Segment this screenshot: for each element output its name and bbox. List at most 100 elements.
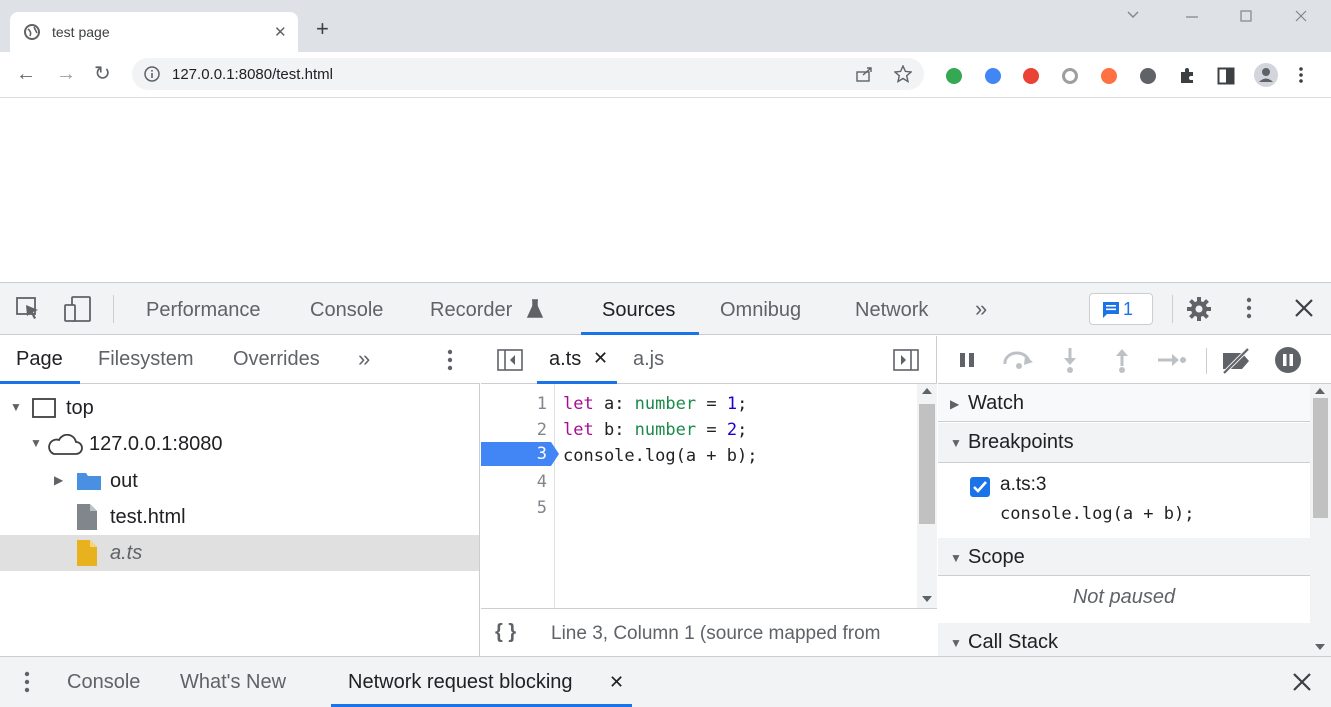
editor-tab-a-ts[interactable]: a.ts <box>549 348 581 371</box>
expanded-triangle-icon[interactable]: ▼ <box>10 400 22 414</box>
toolbar-divider <box>113 295 114 323</box>
chevron-down-icon[interactable] <box>1125 6 1141 22</box>
inspect-element-icon[interactable] <box>16 297 42 321</box>
code-line-3[interactable]: console.log(a + b); <box>563 446 757 466</box>
profile-avatar[interactable] <box>1254 63 1278 87</box>
more-navigator-tabs-button[interactable]: » <box>358 346 370 372</box>
watch-pane-header[interactable]: ▶ Watch <box>938 384 1310 422</box>
close-drawer-icon[interactable] <box>1292 672 1312 692</box>
reload-button[interactable]: ↻ <box>94 64 111 84</box>
chrome-menu-icon[interactable] <box>1298 66 1304 84</box>
extensions-puzzle-icon[interactable] <box>1178 67 1196 85</box>
tab-omnibug[interactable]: Omnibug <box>720 299 801 322</box>
code-line-1[interactable]: let a: number = 1; <box>563 394 747 414</box>
address-bar[interactable]: 127.0.0.1:8080/test.html <box>132 58 924 90</box>
toggle-debugger-icon[interactable] <box>893 349 919 371</box>
pause-icon[interactable] <box>958 352 976 368</box>
drawer-tab-network-request-blocking[interactable]: Network request blocking <box>348 671 573 694</box>
code-line-2[interactable]: let b: number = 2; <box>563 420 747 440</box>
tab-console[interactable]: Console <box>310 299 383 322</box>
scroll-up-arrow-icon[interactable] <box>1315 388 1325 394</box>
tab-recorder[interactable]: Recorder <box>430 299 512 322</box>
collapsed-triangle-icon[interactable]: ▶ <box>54 473 63 487</box>
pretty-print-button[interactable]: { } <box>495 621 516 644</box>
call-stack-pane-header[interactable]: ▼ Call Stack <box>938 623 1310 656</box>
scroll-down-arrow-icon[interactable] <box>922 596 932 602</box>
side-panel-icon[interactable] <box>1217 67 1235 85</box>
tab-filesystem[interactable]: Filesystem <box>98 348 194 371</box>
tree-item-label: test.html <box>110 506 186 528</box>
tree-item-test-html[interactable]: test.html <box>0 499 479 535</box>
line-number[interactable]: 2 <box>481 420 547 440</box>
tab-close-icon[interactable]: ✕ <box>274 23 287 41</box>
tab-network[interactable]: Network <box>855 299 928 322</box>
extension-icon-4[interactable] <box>1062 68 1078 84</box>
drawer-tab-whats-new[interactable]: What's New <box>180 671 286 694</box>
collapsed-triangle-icon[interactable]: ▶ <box>950 397 959 411</box>
gear-icon[interactable] <box>1186 296 1212 322</box>
line-number[interactable]: 5 <box>481 498 547 518</box>
drawer-tab-console[interactable]: Console <box>67 671 140 694</box>
extension-icon-6[interactable] <box>1140 68 1156 84</box>
expanded-triangle-icon[interactable]: ▼ <box>950 636 962 650</box>
scroll-up-arrow-icon[interactable] <box>922 388 932 394</box>
scroll-down-arrow-icon[interactable] <box>1315 644 1325 650</box>
tree-item-a-ts[interactable]: a.ts <box>0 535 479 571</box>
maximize-button[interactable] <box>1238 8 1254 24</box>
browser-tab[interactable]: test page ✕ <box>10 12 298 52</box>
scope-pane-header[interactable]: ▼ Scope <box>938 538 1310 576</box>
drawer-menu-icon[interactable] <box>24 671 30 693</box>
editor-scrollbar[interactable] <box>917 384 937 608</box>
extension-icon-1[interactable] <box>946 68 962 84</box>
issues-counter-button[interactable]: 1 <box>1089 293 1153 325</box>
breakpoints-pane-header[interactable]: ▼ Breakpoints <box>938 423 1310 463</box>
device-toolbar-icon[interactable] <box>64 296 92 322</box>
editor-tab-a-js[interactable]: a.js <box>633 348 664 371</box>
tree-item-origin[interactable]: ▼ 127.0.0.1:8080 <box>0 426 479 462</box>
extension-icon-5[interactable] <box>1101 68 1117 84</box>
extension-icon-2[interactable] <box>985 68 1001 84</box>
tree-item-out[interactable]: ▶ out <box>0 463 479 499</box>
tree-item-top[interactable]: ▼ top <box>0 390 479 426</box>
share-icon[interactable] <box>856 66 874 82</box>
navigator-menu-icon[interactable] <box>447 349 453 371</box>
tab-page[interactable]: Page <box>16 348 63 371</box>
back-button[interactable]: ← <box>16 64 36 84</box>
expanded-triangle-icon[interactable]: ▼ <box>950 436 962 450</box>
site-info-icon[interactable] <box>144 66 160 82</box>
forward-button[interactable]: → <box>56 64 76 84</box>
new-tab-button[interactable]: + <box>316 18 329 40</box>
expanded-triangle-icon[interactable]: ▼ <box>30 436 42 450</box>
tab-sources[interactable]: Sources <box>602 299 675 322</box>
pause-on-exceptions-icon[interactable] <box>1274 346 1302 374</box>
bookmark-star-icon[interactable] <box>894 65 912 83</box>
minimize-button[interactable] <box>1184 8 1200 24</box>
drawer-tab-close-icon[interactable]: ✕ <box>609 672 624 693</box>
line-number[interactable]: 1 <box>481 394 547 414</box>
close-devtools-icon[interactable] <box>1294 298 1314 318</box>
editor-tab-close-icon[interactable]: ✕ <box>593 348 608 369</box>
breakpoint-line-number: 3 <box>536 444 547 464</box>
more-tabs-button[interactable]: » <box>975 296 987 322</box>
customize-menu-icon[interactable] <box>1246 297 1252 319</box>
step-out-icon[interactable] <box>1114 348 1130 374</box>
expanded-triangle-icon[interactable]: ▼ <box>950 551 962 565</box>
step-icon[interactable] <box>1158 353 1186 367</box>
tab-overrides[interactable]: Overrides <box>233 348 320 371</box>
tab-strip: test page ✕ + <box>0 0 1331 52</box>
toggle-navigator-icon[interactable] <box>497 349 523 371</box>
breakpoint-item[interactable]: a.ts:3 console.log(a + b); <box>938 464 1310 538</box>
breakpoint-marker[interactable]: 3 <box>481 442 559 466</box>
step-over-icon[interactable] <box>1002 350 1036 370</box>
window-close-button[interactable] <box>1293 8 1309 24</box>
extension-icon-3[interactable] <box>1023 68 1039 84</box>
editor-scrollbar-thumb[interactable] <box>919 404 935 524</box>
line-number-gutter[interactable]: 1 2 4 5 <box>481 384 555 608</box>
step-into-icon[interactable] <box>1062 348 1078 374</box>
deactivate-breakpoints-icon[interactable] <box>1220 348 1252 374</box>
breakpoint-checkbox[interactable] <box>970 477 990 497</box>
sidebar-scrollbar-thumb[interactable] <box>1313 398 1328 518</box>
sidebar-scrollbar[interactable] <box>1310 384 1331 656</box>
tab-performance[interactable]: Performance <box>146 299 261 322</box>
line-number[interactable]: 4 <box>481 472 547 492</box>
